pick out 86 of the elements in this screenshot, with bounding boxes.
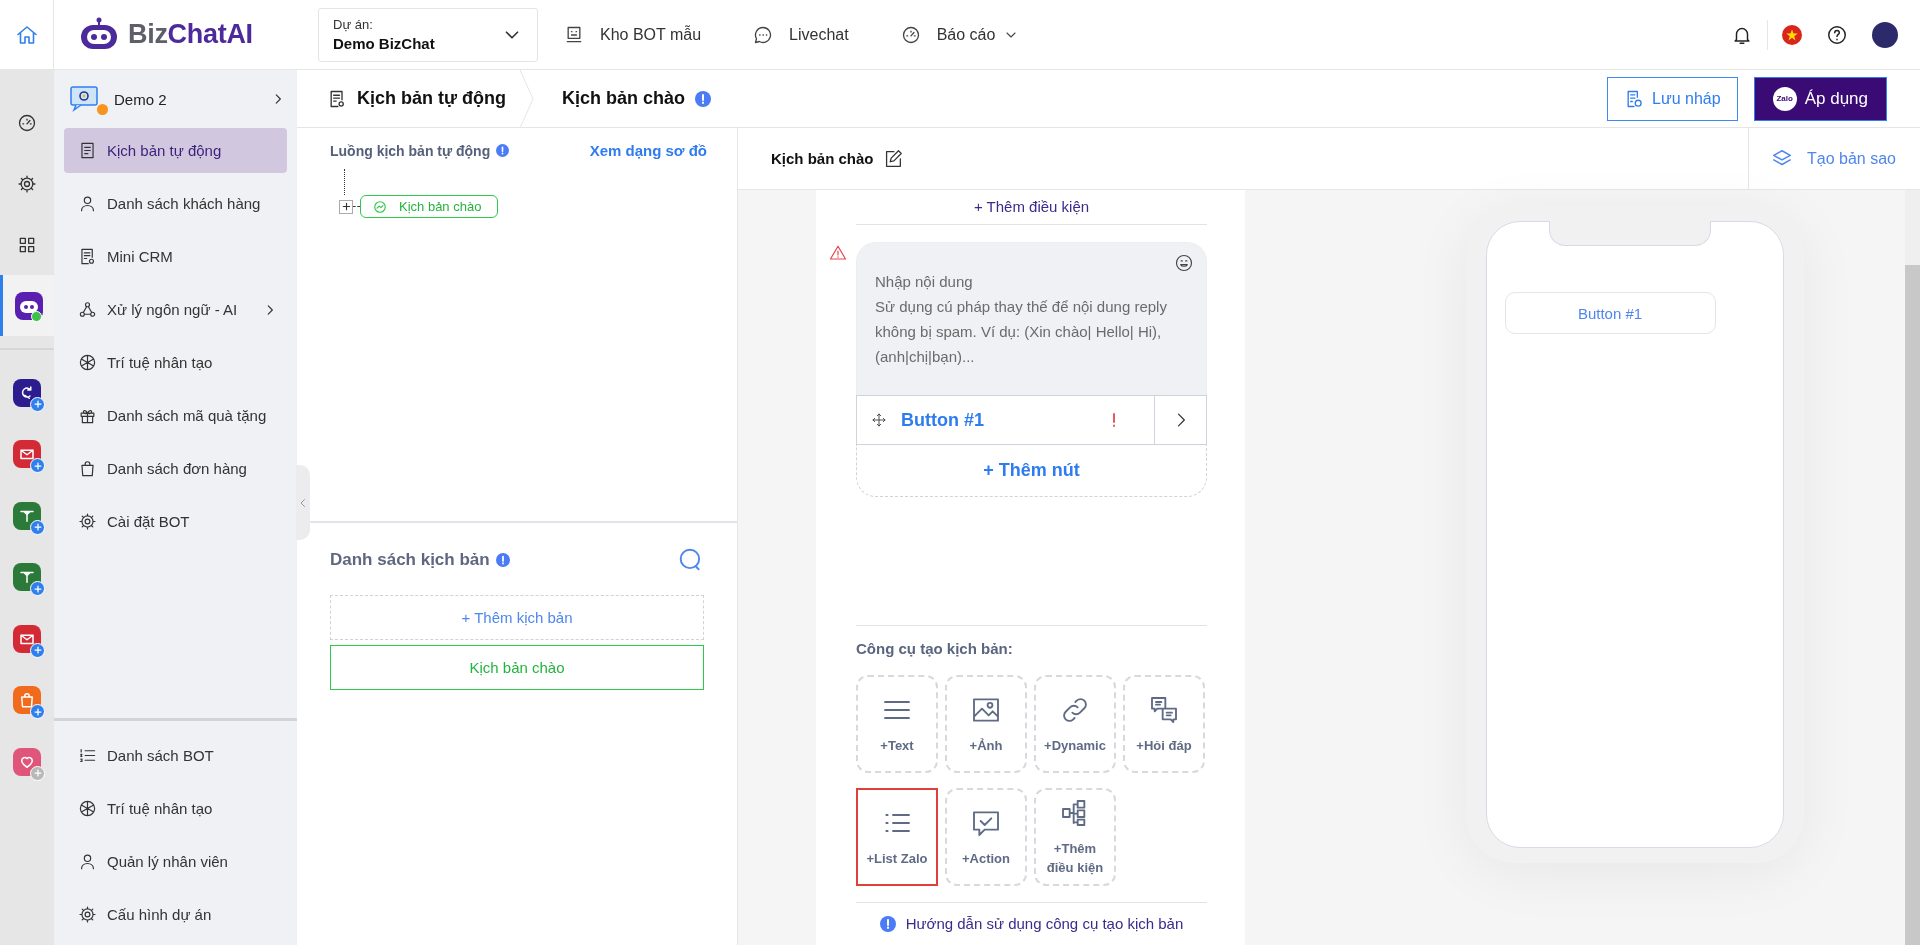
project-dropdown[interactable]: Dự án: Demo BizChat [318,7,538,62]
sidebar-item[interactable]: Danh sách BOT [64,733,287,778]
collapse-handle[interactable] [296,465,310,540]
tool-tile[interactable]: +Ảnh [945,675,1027,773]
sidebar-item[interactable]: Danh sách khách hàng [64,181,287,226]
flag-icon[interactable] [1782,24,1802,45]
chat-bubble-icon [753,24,774,45]
section-title: Luồng kịch bản tự động [330,142,491,159]
sidebar-item[interactable]: Trí tuệ nhân tạo [64,340,287,385]
plus-icon [32,706,43,717]
robot-box-icon [564,24,584,45]
move-icon [871,412,887,428]
sidebar-item[interactable]: Cấu hình dự án [64,892,287,937]
user-icon [78,194,97,213]
app-tile-icon[interactable] [13,747,41,776]
plus-icon [32,645,43,655]
glyph-icon [18,691,36,710]
avatar[interactable] [1872,21,1898,48]
user-icon [78,852,97,871]
guide-link[interactable]: Hướng dẫn sử dụng công cụ tạo kịch bản [905,915,1184,932]
section-title: Công cụ tạo kịch bản: [856,640,1014,657]
scrollbar-thumb[interactable] [1905,265,1920,945]
tool-tile[interactable]: +Action [945,788,1027,886]
project-switcher[interactable]: Demo 2 [54,70,297,128]
gear-icon [78,512,97,531]
add-condition-link[interactable]: + Thêm điều kiện [856,190,1207,224]
sidebar-item[interactable]: Quản lý nhân viên [64,839,287,884]
add-badge-icon[interactable] [30,581,45,596]
save-draft-button[interactable]: Lưu nháp [1607,76,1738,121]
page-title: Kịch bản chào [562,88,686,109]
sidebar-item[interactable]: Danh sách mã quà tặng [64,393,287,438]
sidebar-item[interactable]: Danh sách đơn hàng [64,446,287,491]
app-tile-icon[interactable] [13,501,41,530]
sidebar-item[interactable]: Kịch bản tự động [64,128,287,173]
view-diagram-link[interactable]: Xem dạng sơ đồ [589,142,707,159]
add-button[interactable]: + Thêm nút [856,445,1207,497]
apply-button[interactable]: Zalo Áp dụng [1753,76,1887,121]
gear-icon [78,905,97,924]
help-icon [1826,23,1848,46]
sidebar-item[interactable]: Xử lý ngôn ngữ - AI [64,287,287,332]
zalo-badge: Zalo [1772,86,1797,111]
add-script-button[interactable]: + Thêm kịch bản [330,595,704,640]
plus-icon [32,460,43,471]
messenger-icon [373,199,387,214]
plus-icon [32,583,43,594]
tool-tile[interactable]: +Text [856,675,938,773]
receipt-icon [78,247,97,266]
plus-icon [32,522,43,532]
tool-tile[interactable]: +Thêm điều kiện [1034,788,1116,886]
numbered-list-icon [78,746,97,765]
app-tile-icon[interactable] [13,686,41,715]
nav-link[interactable]: Livechat [747,23,855,46]
app-tile-icon[interactable] [13,378,41,407]
sidebar-item[interactable]: Cài đặt BOT [64,499,287,544]
app-tile-icon[interactable] [13,624,41,653]
tool-tile[interactable]: +List Zalo [856,788,938,886]
emoji-icon [1174,253,1194,273]
logo-text: BizChatAI [128,19,253,50]
script-title: Kịch bản chào [771,150,874,167]
sidebar-item[interactable]: Mini CRM [64,234,287,279]
section-title: Danh sách kịch bản [330,550,490,570]
expand-toggle[interactable] [339,199,353,214]
preview-button[interactable]: Button #1 [1504,292,1716,334]
document-icon [78,141,97,160]
gauge-icon [900,24,921,45]
nav-link[interactable]: Báo cáo [894,23,1026,46]
monitor-gear-icon [70,85,100,113]
nodes-icon [78,300,97,319]
app-tile-icon[interactable] [13,563,41,592]
info-icon [496,144,510,157]
tool-tile[interactable]: +Hỏi đáp [1123,675,1205,773]
settings-icon [17,173,37,194]
info-icon [495,553,510,567]
robot-app-icon [14,291,43,320]
tool-tile[interactable]: +Dynamic [1034,675,1116,773]
sidebar-item[interactable]: Trí tuệ nhân tạo [64,786,287,831]
plus-icon [340,201,352,212]
plus-icon [32,768,43,778]
nav-link[interactable]: Kho BOT mẫu [558,23,708,46]
plus-icon [32,399,43,409]
info-icon [879,915,896,932]
app-tile-icon[interactable] [13,440,41,469]
duplicate-button[interactable]: Tạo bản sao [1748,128,1920,189]
gauge-icon [17,112,37,133]
info-icon [695,90,712,107]
shopping-bag-icon [78,459,97,478]
